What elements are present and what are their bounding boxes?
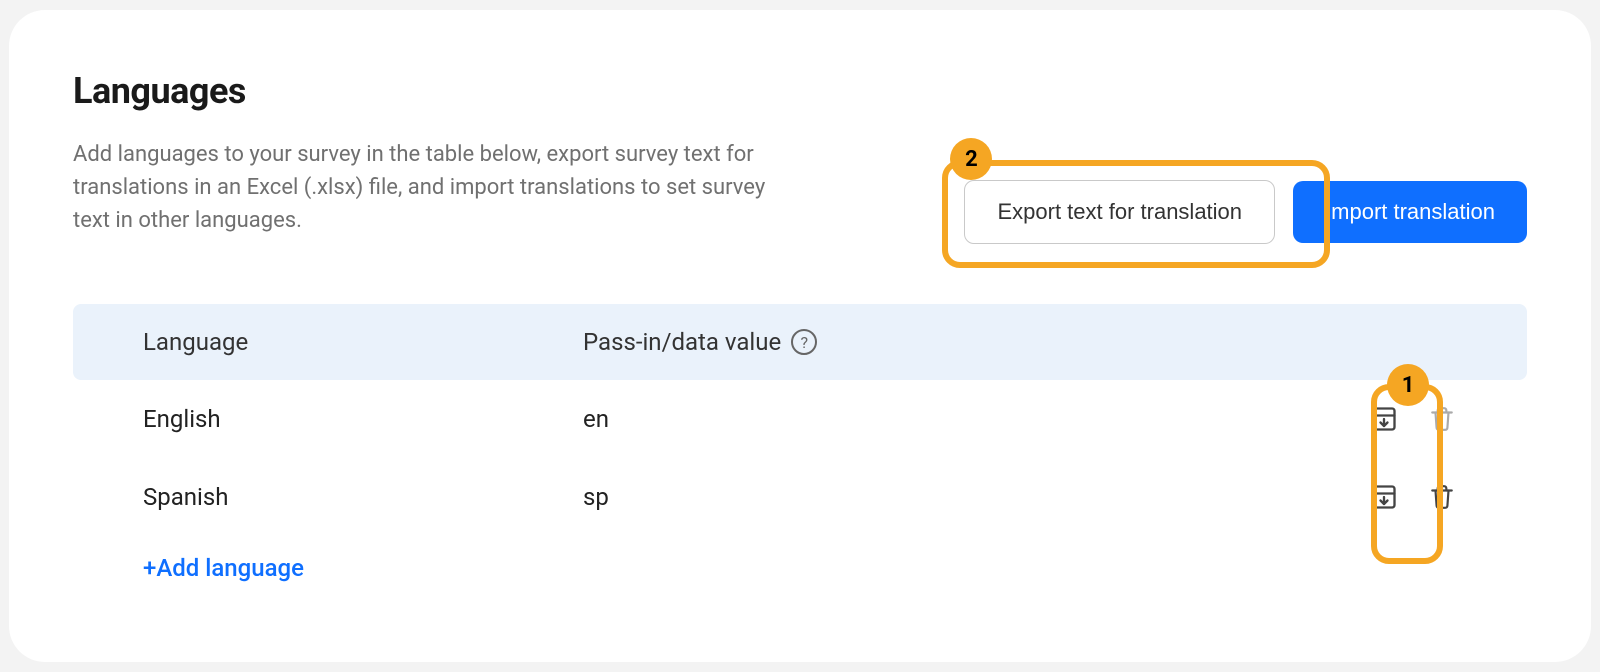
page-title: Languages [73, 70, 773, 112]
cell-value: en [583, 405, 1317, 433]
import-button[interactable]: Import translation [1293, 181, 1527, 243]
languages-card: Languages Add languages to your survey i… [9, 10, 1591, 662]
cell-language: Spanish [143, 483, 583, 511]
annotation-badge-2: 2 [950, 138, 992, 180]
col-header-value: Pass-in/data value ? [583, 328, 1317, 356]
col-header-value-text: Pass-in/data value [583, 328, 781, 356]
table-header: Language Pass-in/data value ? [73, 304, 1527, 380]
header-left: Languages Add languages to your survey i… [73, 70, 773, 237]
header-actions: 2 Export text for translation Import tra… [964, 70, 1527, 244]
download-icon[interactable] [1369, 404, 1399, 434]
download-icon[interactable] [1369, 482, 1399, 512]
export-button[interactable]: Export text for translation [964, 180, 1275, 244]
help-icon[interactable]: ? [791, 329, 817, 355]
table-row: Spanish sp [73, 458, 1527, 536]
languages-table: Language Pass-in/data value ? English en [73, 304, 1527, 600]
trash-icon [1427, 404, 1457, 434]
col-header-language: Language [143, 328, 583, 356]
trash-icon[interactable] [1427, 482, 1457, 512]
add-language-link[interactable]: +Add language [73, 536, 374, 600]
cell-value: sp [583, 483, 1317, 511]
cell-actions [1317, 482, 1457, 512]
cell-actions [1317, 404, 1457, 434]
table-row: English en [73, 380, 1527, 458]
annotation-badge-1: 1 [1387, 364, 1429, 406]
cell-language: English [143, 405, 583, 433]
page-description: Add languages to your survey in the tabl… [73, 138, 773, 237]
header-row: Languages Add languages to your survey i… [73, 70, 1527, 244]
